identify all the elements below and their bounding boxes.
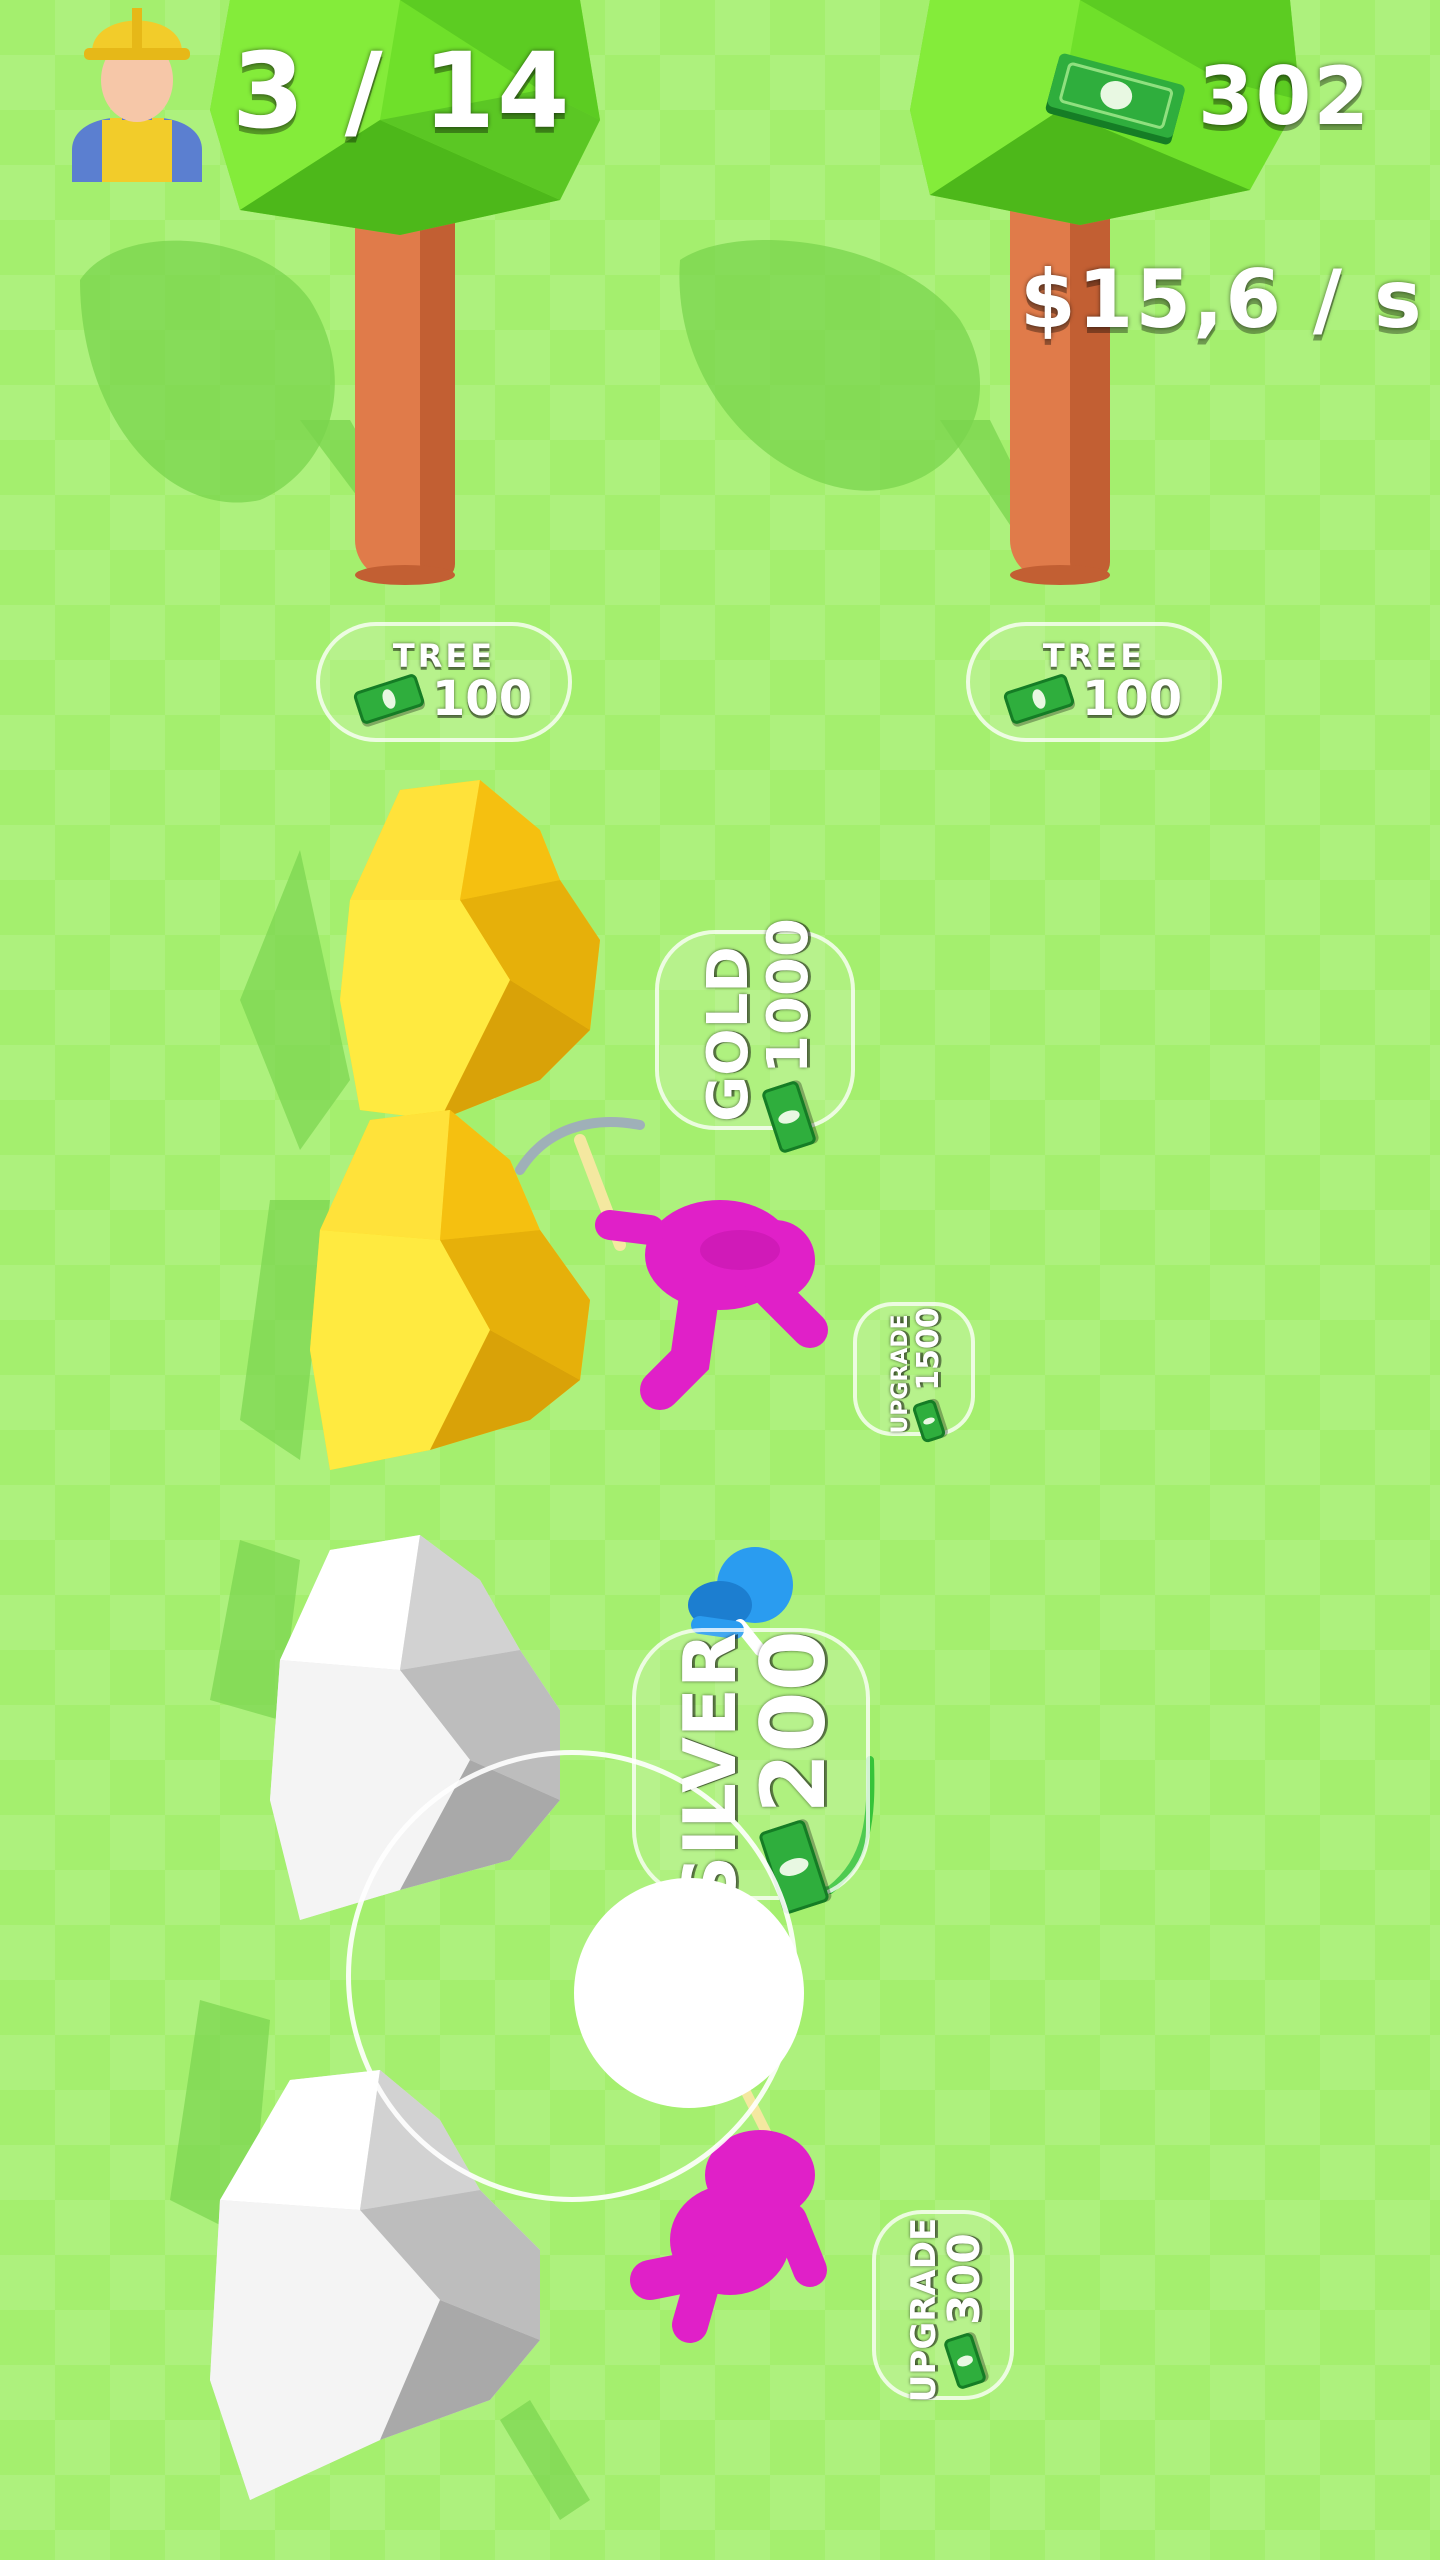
cash-icon — [911, 1398, 947, 1444]
cash-amount: 302 — [1198, 50, 1371, 143]
cash-stack-icon — [1045, 53, 1185, 145]
gold-ore-top — [340, 780, 600, 1120]
cash-icon — [942, 2331, 988, 2391]
pad-label: TREE — [1042, 637, 1146, 675]
buy-tree-pad-left[interactable]: TREE 100 — [316, 622, 572, 742]
pad-label: TREE — [392, 637, 496, 675]
pad-label: UPGRADE — [904, 2217, 944, 2403]
pad-price: 200 — [742, 1630, 845, 1814]
cash-icon — [352, 672, 426, 726]
pad-price: 100 — [1081, 671, 1183, 727]
tree-shadow-right — [679, 240, 981, 491]
upgrade-pad-top[interactable]: UPGRADE 1500 — [853, 1302, 975, 1444]
gold-ore-bottom — [310, 1110, 590, 1470]
cash-icon — [1002, 672, 1076, 726]
pad-label: UPGRADE — [888, 1314, 913, 1434]
buy-gold-pad[interactable]: GOLD 1000 — [655, 918, 855, 1155]
pad-price: 1500 — [911, 1307, 946, 1391]
upgrade-pad-bottom[interactable]: UPGRADE 300 — [872, 2210, 1014, 2403]
cash-icon — [760, 1079, 818, 1155]
worker-helmet-icon — [72, 8, 202, 182]
worker-count: 3 / 14 — [232, 30, 572, 152]
pad-label: GOLD — [696, 946, 761, 1122]
pad-price: 100 — [431, 671, 533, 727]
pad-price: 1000 — [756, 918, 821, 1074]
income-rate: $15,6 / s — [1020, 253, 1424, 346]
pad-price: 300 — [939, 2233, 990, 2325]
game-scene — [80, 0, 1300, 2520]
tree-shadow-left — [80, 240, 335, 503]
buy-tree-pad-right[interactable]: TREE 100 — [966, 622, 1222, 742]
joystick-knob[interactable] — [574, 1878, 804, 2108]
game-viewport: 3 / 14 302 $15,6 / s TREE 100 TREE 100 G… — [0, 0, 1440, 2560]
